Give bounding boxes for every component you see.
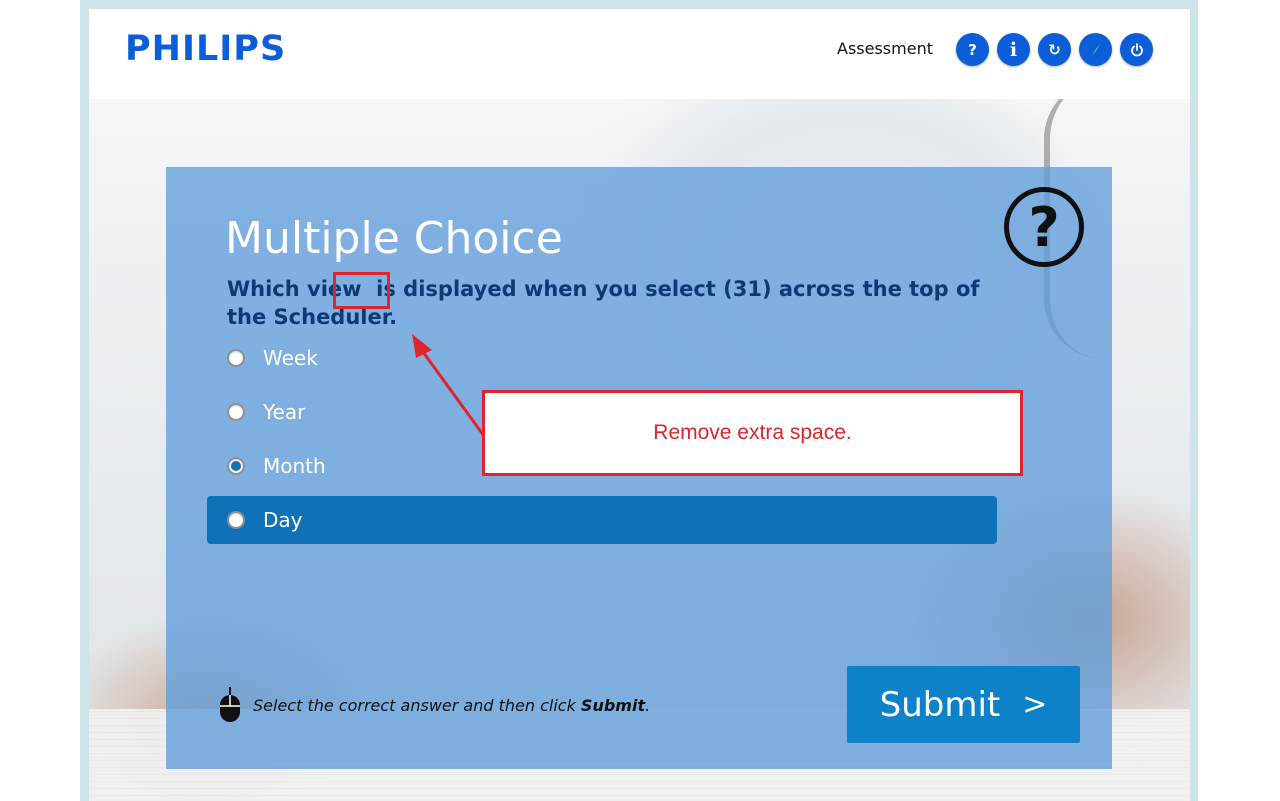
option-label: Month xyxy=(263,454,326,478)
page-title: Assessment xyxy=(837,39,933,58)
annotation-callout: Remove extra space. xyxy=(482,390,1023,476)
option-day[interactable]: Day xyxy=(207,496,997,544)
power-button[interactable] xyxy=(1120,33,1153,66)
radio-button[interactable] xyxy=(227,349,245,367)
mouse-icon xyxy=(220,687,240,722)
submit-button[interactable]: Submit > xyxy=(847,666,1080,743)
header-bar: PHILIPS Assessment ? i ↻ xyxy=(89,9,1190,99)
outer-margin-right xyxy=(1198,0,1280,801)
hint-submit-word: Submit xyxy=(580,695,646,715)
option-label: Year xyxy=(263,400,306,424)
option-label: Day xyxy=(263,508,303,532)
info-button[interactable]: i xyxy=(997,33,1030,66)
radio-button-selected[interactable] xyxy=(227,457,245,475)
help-icon: ? xyxy=(968,40,977,59)
submit-label: Submit xyxy=(879,684,1001,725)
compass-button[interactable] xyxy=(1079,33,1112,66)
help-button[interactable]: ? xyxy=(956,33,989,66)
refresh-button[interactable]: ↻ xyxy=(1038,33,1071,66)
power-icon xyxy=(1130,42,1143,56)
compass-icon xyxy=(1091,43,1100,56)
info-icon: i xyxy=(1009,38,1018,61)
instruction-hint: Select the correct answer and then click… xyxy=(219,685,650,725)
option-label: Week xyxy=(263,346,318,370)
option-week[interactable]: Week xyxy=(207,334,997,382)
hint-text: Select the correct answer and then click… xyxy=(253,695,651,715)
outer-margin-left xyxy=(0,0,80,801)
question-mark-icon: ? xyxy=(1004,187,1084,267)
annotation-text: Remove extra space. xyxy=(653,421,852,444)
philips-logo: PHILIPS xyxy=(125,29,287,69)
radio-button[interactable] xyxy=(227,511,245,529)
radio-button[interactable] xyxy=(227,403,245,421)
card-title: Multiple Choice xyxy=(225,213,563,264)
chevron-right-icon: > xyxy=(1022,687,1048,722)
refresh-icon: ↻ xyxy=(1048,40,1061,59)
annotation-highlight-box xyxy=(333,272,390,309)
